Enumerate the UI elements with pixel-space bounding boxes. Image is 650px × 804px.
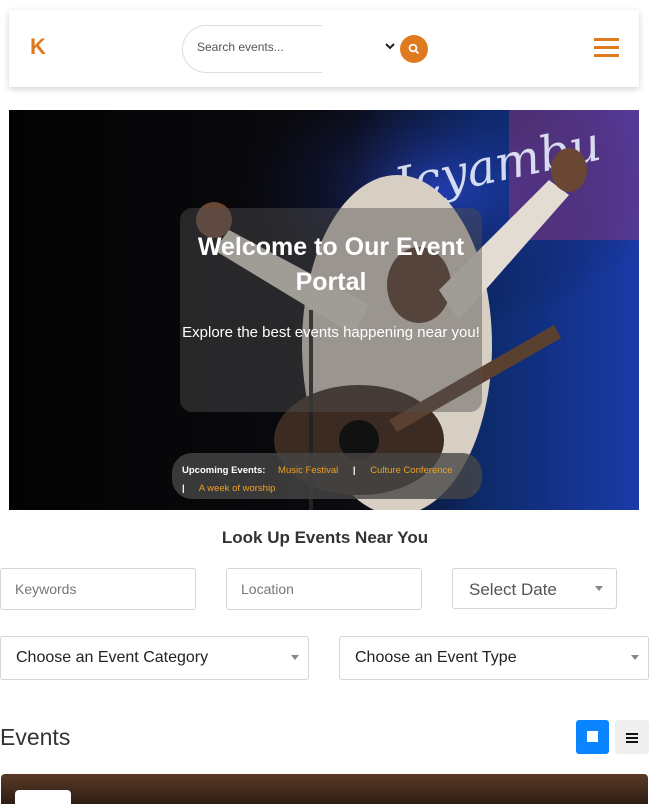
keywords-input[interactable]	[15, 581, 181, 597]
event-type-select-label: Choose an Event Type	[355, 649, 517, 666]
search-box	[182, 25, 322, 73]
list-view-icon	[626, 733, 638, 735]
location-field	[226, 568, 422, 610]
upcoming-event-link[interactable]: Music Festival	[278, 465, 338, 476]
search-button[interactable]	[400, 35, 428, 63]
chevron-down-icon[interactable]	[385, 39, 395, 53]
category-select[interactable]: Choose an Event Category	[0, 636, 309, 680]
upcoming-event-link[interactable]: Culture Conference	[370, 465, 452, 476]
caret-down-icon	[595, 585, 603, 591]
search-input[interactable]	[197, 40, 317, 54]
lookup-section-title: Look Up Events Near You	[221, 528, 429, 547]
separator: |	[182, 483, 185, 494]
event-date-badge	[15, 790, 71, 804]
keywords-field	[0, 568, 196, 610]
date-select-label: Select Date	[469, 580, 557, 599]
hero-title: Welcome to Our Event Portal	[197, 233, 465, 296]
separator: |	[352, 465, 356, 476]
caret-down-icon	[291, 655, 299, 660]
upcoming-events-bar: Upcoming Events: Music Festival | Cultur…	[172, 453, 482, 499]
event-type-select[interactable]: Choose an Event Type	[339, 636, 649, 680]
upcoming-events-label: Upcoming Events:	[182, 465, 266, 476]
site-header: K	[9, 10, 639, 87]
date-select[interactable]: Select Date	[452, 568, 617, 609]
events-heading: Events	[0, 724, 71, 750]
hero-subtitle: Explore the best events happening near y…	[182, 324, 480, 341]
location-input[interactable]	[241, 581, 407, 597]
site-logo[interactable]: K	[30, 34, 46, 60]
upcoming-event-link[interactable]: A week of worship	[199, 483, 276, 494]
grid-view-button[interactable]	[576, 720, 609, 754]
hamburger-menu-icon[interactable]	[594, 38, 619, 58]
grid-view-icon	[587, 731, 598, 742]
hero-banner: Icyambu Welcome to Our Event Portal Expl…	[9, 110, 639, 510]
caret-down-icon	[631, 655, 639, 660]
search-icon	[408, 43, 420, 55]
category-select-label: Choose an Event Category	[16, 649, 209, 666]
list-view-button[interactable]	[615, 720, 649, 754]
